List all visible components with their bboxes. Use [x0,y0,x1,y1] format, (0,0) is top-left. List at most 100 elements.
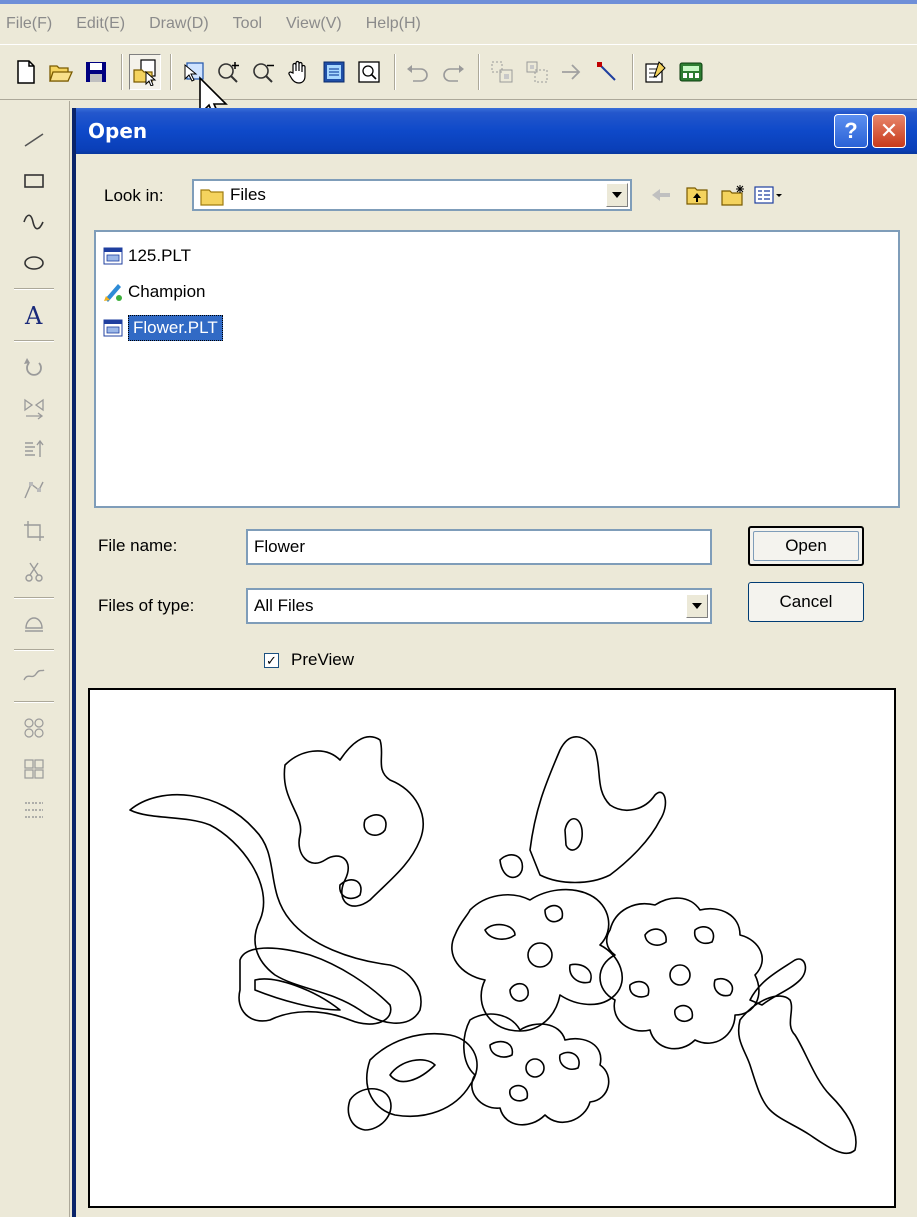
align-icon[interactable] [14,430,54,468]
new-folder-icon[interactable] [718,180,748,210]
open-folder-icon[interactable] [45,54,77,90]
properties-icon[interactable] [640,54,672,90]
list-item[interactable]: 125.PLT [102,238,892,274]
toolbar-separator [478,54,480,90]
node-tool-icon[interactable] [14,471,54,509]
petal-vein [558,1051,580,1070]
zoom-out-icon[interactable] [248,54,280,90]
save-icon[interactable] [80,54,112,90]
rectangle-icon[interactable] [14,162,54,200]
plt-file-icon [102,245,124,267]
petal-vein [644,928,667,946]
petal-outline [599,897,764,1050]
calculator-icon[interactable] [675,54,707,90]
petal-vein [509,1084,529,1102]
open-button-label: Open [753,531,859,561]
leaf-outline [737,995,857,1155]
file-name-label: 125.PLT [128,246,192,265]
zoom-fit-icon[interactable] [353,54,385,90]
ungroup-icon[interactable] [521,54,553,90]
scissors-icon[interactable] [14,553,54,591]
pan-hand-icon[interactable] [283,54,315,90]
menu-file[interactable]: File(F) [6,15,52,33]
petal-vein [509,982,529,1002]
fit-page-icon[interactable] [318,54,350,90]
menu-view[interactable]: View(V) [286,15,342,33]
chevron-down-icon[interactable] [606,183,628,207]
menu-tool[interactable]: Tool [233,15,262,33]
group-icon[interactable] [486,54,518,90]
petal-vein [713,977,734,997]
files-of-type-select[interactable]: All Files [246,588,712,624]
back-arrow-icon[interactable] [646,180,676,210]
toolbox-separator [14,649,54,651]
file-name-field[interactable]: Flower [246,529,712,565]
look-in-label: Look in: [104,186,164,205]
main-toolbar [0,44,917,100]
list-item[interactable]: Flower.PLT [102,310,892,346]
new-file-icon[interactable] [10,54,42,90]
open-button[interactable]: Open [748,526,864,566]
array-grid-icon[interactable] [14,750,54,788]
look-in-combo[interactable]: Files [192,179,632,211]
petal-outline [451,888,624,1032]
file-name-label: Flower.PLT [128,315,223,341]
leaf-vein [363,814,387,836]
undo-icon[interactable] [402,54,434,90]
flower-outline-preview [129,736,857,1155]
petal-outline [529,736,667,884]
petal-vein [629,980,650,998]
line-draw-icon[interactable] [14,121,54,159]
plt-file-icon [102,317,124,339]
cancel-button[interactable]: Cancel [748,582,864,622]
dialog-title-bar[interactable]: Open ? ✕ [76,108,917,154]
mirror-icon[interactable] [14,389,54,427]
line-tool-icon[interactable] [591,54,623,90]
nesting-icon[interactable] [14,791,54,829]
arrow-right-icon[interactable] [556,54,588,90]
petal-outline [463,1013,610,1126]
preview-label: PreView [291,650,354,669]
weld-icon[interactable] [14,605,54,643]
files-of-type-label: Files of type: [98,596,195,615]
toolbar-separator [170,54,172,90]
toolbar-separator [632,54,634,90]
redo-icon[interactable] [437,54,469,90]
menu-draw[interactable]: Draw(D) [149,15,209,33]
file-name-field-label: File name: [98,536,178,555]
preview-checkbox[interactable]: ✓ PreView [264,650,354,670]
up-folder-icon[interactable] [682,180,712,210]
chevron-down-icon[interactable] [686,594,708,618]
text-tool-icon[interactable]: A [14,296,54,334]
open-dialog: Open ? ✕ Look in: Files 125.PLT Champion… [72,108,917,1217]
curve-icon[interactable] [14,203,54,241]
toolbox-separator [14,340,54,342]
array-circle-icon[interactable] [14,709,54,747]
view-menu-icon[interactable] [754,180,784,210]
menu-bar: File(F) Edit(E) Draw(D) Tool View(V) Hel… [0,4,917,44]
crop-icon[interactable] [14,512,54,550]
file-list[interactable]: 125.PLT Champion Flower.PLT [94,230,900,508]
checkmark-icon[interactable]: ✓ [264,652,279,668]
dialog-nav-toolbar [646,180,790,210]
ellipse-icon[interactable] [14,244,54,282]
toolbar-separator [121,54,123,90]
open-preview-icon[interactable] [129,54,161,90]
smooth-icon[interactable] [14,657,54,695]
toolbox-separator [14,597,54,599]
close-button[interactable]: ✕ [872,114,906,148]
help-button[interactable]: ? [834,114,868,148]
menu-help[interactable]: Help(H) [366,15,421,33]
leaf-vein [389,1059,436,1083]
svg-text:A: A [24,302,43,328]
folder-icon [200,189,224,206]
rotate-icon[interactable] [14,348,54,386]
list-item[interactable]: Champion [102,274,892,310]
toolbox-separator [14,288,54,290]
petal-vein [484,923,516,940]
left-toolbox: A [0,101,70,1217]
petal-vein [693,926,715,945]
leaf-outline [238,947,392,1025]
menu-edit[interactable]: Edit(E) [76,15,125,33]
petal-vein [544,904,564,923]
